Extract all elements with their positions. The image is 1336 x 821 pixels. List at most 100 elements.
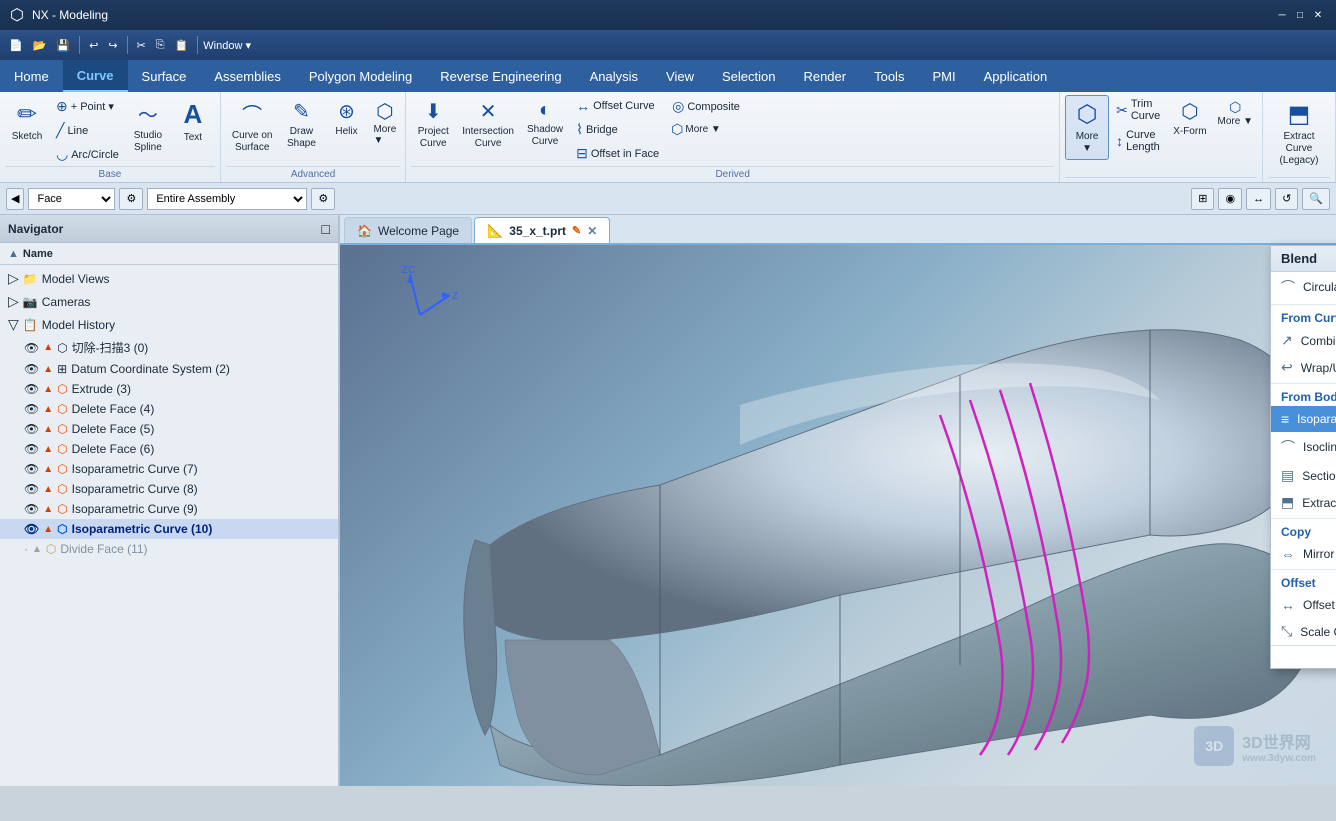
shadow-curve-button[interactable]: ◐ ShadowCurve bbox=[521, 95, 569, 152]
view-button[interactable]: ◉ bbox=[1218, 188, 1242, 210]
menu-curve[interactable]: Curve bbox=[63, 60, 128, 92]
nav-isoparam8[interactable]: 👁 ▲ ⬡ Isoparametric Curve (8) bbox=[0, 479, 338, 499]
draw-shape-button[interactable]: ✎ DrawShape bbox=[279, 95, 323, 154]
dropdown-section[interactable]: ▤ Section Curve bbox=[1271, 462, 1336, 489]
tab-model[interactable]: 📐 35_x_t.prt ✎ ✕ bbox=[474, 217, 610, 243]
close-button[interactable]: ✕ bbox=[1310, 7, 1326, 23]
cut-button[interactable]: ✂ bbox=[133, 37, 150, 54]
more-advanced-button[interactable]: ⬡ More▼ bbox=[369, 95, 400, 150]
rotate-button[interactable]: ↺ bbox=[1275, 188, 1298, 210]
redo-button[interactable]: ↪ bbox=[104, 37, 121, 54]
offset-curve-button[interactable]: ↔ Offset Curve bbox=[570, 95, 665, 117]
dropdown-scroll-bottom[interactable]: ▼ bbox=[1271, 645, 1336, 668]
nav-isoparam7[interactable]: 👁 ▲ ⬡ Isoparametric Curve (7) bbox=[0, 459, 338, 479]
navigator-expand-button[interactable]: □ bbox=[322, 221, 330, 237]
menu-home[interactable]: Home bbox=[0, 60, 63, 92]
more-main-icon: ⬡ bbox=[1077, 100, 1098, 129]
menu-application[interactable]: Application bbox=[970, 60, 1062, 92]
more-right-icon: ⬡ bbox=[1229, 99, 1241, 116]
menu-analysis[interactable]: Analysis bbox=[576, 60, 652, 92]
curve-length-button[interactable]: ↕ CurveLength bbox=[1110, 126, 1166, 156]
toolbar-row: ◀ Face Edge Body Component ⚙ Entire Asse… bbox=[0, 183, 1336, 215]
project-curve-icon: ⬇ bbox=[425, 99, 442, 124]
more-main-button[interactable]: ⬡ More▼ bbox=[1065, 95, 1109, 160]
open-button[interactable]: 📂 bbox=[29, 37, 51, 54]
paste-button[interactable]: 📋 bbox=[171, 37, 193, 54]
trim-curve-button[interactable]: ✂ TrimCurve bbox=[1110, 95, 1166, 125]
nav-model-views[interactable]: ▷ 📁 Model Views bbox=[0, 267, 338, 290]
nav-extrude[interactable]: 👁 ▲ ⬡ Extrude (3) bbox=[0, 379, 338, 399]
menu-assemblies[interactable]: Assemblies bbox=[200, 60, 294, 92]
project-curve-button[interactable]: ⬇ ProjectCurve bbox=[411, 95, 455, 154]
model-tab-close[interactable]: ✕ bbox=[587, 224, 597, 238]
dropdown-isoparametric[interactable]: ≡ Isoparametric Curve bbox=[1271, 406, 1336, 432]
point-button[interactable]: ⊕ + Point ▾ bbox=[50, 95, 125, 118]
nav-isoparam10[interactable]: 👁 ▲ ⬡ Isoparametric Curve (10) bbox=[0, 519, 338, 539]
left-arrow-button[interactable]: ◀ bbox=[6, 188, 24, 210]
composite-button[interactable]: ◎ Composite bbox=[666, 95, 746, 118]
dropdown-isocline[interactable]: ⌒ Isocline Curve bbox=[1271, 432, 1336, 462]
new-button[interactable]: 📄 bbox=[5, 37, 27, 54]
dropdown-wrap-unwrap[interactable]: ↩ Wrap/Unwrap Curve bbox=[1271, 354, 1336, 381]
save-button[interactable]: 💾 bbox=[52, 37, 74, 54]
more-right-button[interactable]: ⬡ More ▼ bbox=[1214, 95, 1257, 131]
extract-curve-button[interactable]: ⬒ Extract Curve(Legacy) bbox=[1268, 95, 1330, 172]
helix-button[interactable]: ⊛ Helix bbox=[324, 95, 368, 142]
nav-cut-scan3[interactable]: 👁 ▲ ⬡ 切除-扫描3 (0) bbox=[0, 336, 338, 359]
nav-model-history[interactable]: ▽ 📋 Model History bbox=[0, 313, 338, 336]
viewport-canvas[interactable]: ZC Z bbox=[340, 245, 1336, 786]
minimize-button[interactable]: ─ bbox=[1274, 7, 1290, 23]
nav-datum-coord[interactable]: 👁 ▲ ⊞ Datum Coordinate System (2) bbox=[0, 359, 338, 379]
model-history-icon2: 📋 bbox=[23, 318, 38, 332]
menu-pmi[interactable]: PMI bbox=[918, 60, 969, 92]
nav-cameras[interactable]: ▷ 📷 Cameras bbox=[0, 290, 338, 313]
zoom-button[interactable]: 🔍 bbox=[1302, 188, 1330, 210]
assembly-select[interactable]: Entire Assembly Work Part Only bbox=[147, 188, 307, 210]
nav-delete-face4[interactable]: 👁 ▲ ⬡ Delete Face (4) bbox=[0, 399, 338, 419]
xform-button[interactable]: ⬡ X-Form bbox=[1167, 95, 1212, 142]
snap-button[interactable]: ⊞ bbox=[1191, 188, 1214, 210]
more-derived-button[interactable]: ⬡ More ▼ bbox=[666, 119, 746, 140]
maximize-button[interactable]: □ bbox=[1292, 7, 1308, 23]
undo-button[interactable]: ↩ bbox=[85, 37, 102, 54]
sketch-button[interactable]: ✏ Sketch bbox=[5, 95, 49, 148]
menu-polygon[interactable]: Polygon Modeling bbox=[295, 60, 426, 92]
intersection-curve-button[interactable]: ✕ IntersectionCurve bbox=[456, 95, 520, 154]
nav-delete-face6[interactable]: 👁 ▲ ⬡ Delete Face (6) bbox=[0, 439, 338, 459]
menu-reverse-eng[interactable]: Reverse Engineering bbox=[426, 60, 575, 92]
dropdown-extract[interactable]: ⬒ Extract... bbox=[1271, 489, 1336, 516]
text-button[interactable]: A Text bbox=[171, 95, 215, 148]
nav-divide-face[interactable]: · ▲ ⬡ Divide Face (11) bbox=[0, 539, 338, 559]
line-button[interactable]: ╱ Line bbox=[50, 119, 125, 142]
menu-tools[interactable]: Tools bbox=[860, 60, 918, 92]
shadow-curve-icon: ◐ bbox=[539, 99, 551, 122]
dropdown-divider-1 bbox=[1271, 304, 1336, 305]
arc-button[interactable]: ◡ Arc/Circle bbox=[50, 143, 125, 166]
bridge-button[interactable]: ⌇ Bridge bbox=[570, 118, 665, 141]
nav-isoparam9[interactable]: 👁 ▲ ⬡ Isoparametric Curve (9) bbox=[0, 499, 338, 519]
curve-on-surface-button[interactable]: ⌒ Curve onSurface bbox=[226, 95, 279, 158]
move-button[interactable]: ↔ bbox=[1246, 188, 1271, 210]
assembly-options-button[interactable]: ⚙ bbox=[311, 188, 335, 210]
tab-welcome[interactable]: 🏠 Welcome Page bbox=[344, 217, 472, 243]
isoparametric-icon: ≡ bbox=[1281, 411, 1289, 427]
copy-button[interactable]: ⎘ bbox=[152, 37, 169, 54]
menu-surface[interactable]: Surface bbox=[128, 60, 201, 92]
dropdown-divider-4 bbox=[1271, 569, 1336, 570]
menu-render[interactable]: Render bbox=[789, 60, 860, 92]
dropdown-mirror[interactable]: ⇔ Mirror Curve bbox=[1271, 541, 1336, 567]
dropdown-offset-3d[interactable]: ↔ Offset 3D Curve bbox=[1271, 592, 1336, 618]
delete-face5-icon: ⬡ bbox=[57, 422, 67, 436]
dropdown-scale[interactable]: ⤡ Scale Curve bbox=[1271, 618, 1336, 645]
triangle-icon-4: ▲ bbox=[43, 404, 53, 415]
dropdown-combined-proj[interactable]: ↗ Combined Projection bbox=[1271, 327, 1336, 354]
studio-spline-button[interactable]: 〜 StudioSpline bbox=[126, 95, 170, 158]
nav-delete-face5[interactable]: 👁 ▲ ⬡ Delete Face (5) bbox=[0, 419, 338, 439]
dropdown-circular-blend[interactable]: ⌒ Circular Blend Curve bbox=[1271, 272, 1336, 302]
menu-selection[interactable]: Selection bbox=[708, 60, 789, 92]
quick-access-toolbar: 📄 📂 💾 ↩ ↪ ✂ ⎘ 📋 Window ▾ bbox=[0, 30, 1336, 60]
filter-options-button[interactable]: ⚙ bbox=[119, 188, 143, 210]
filter-select[interactable]: Face Edge Body Component bbox=[28, 188, 115, 210]
menu-view[interactable]: View bbox=[652, 60, 708, 92]
offset-in-face-button[interactable]: ⊟ Offset in Face bbox=[570, 142, 665, 163]
